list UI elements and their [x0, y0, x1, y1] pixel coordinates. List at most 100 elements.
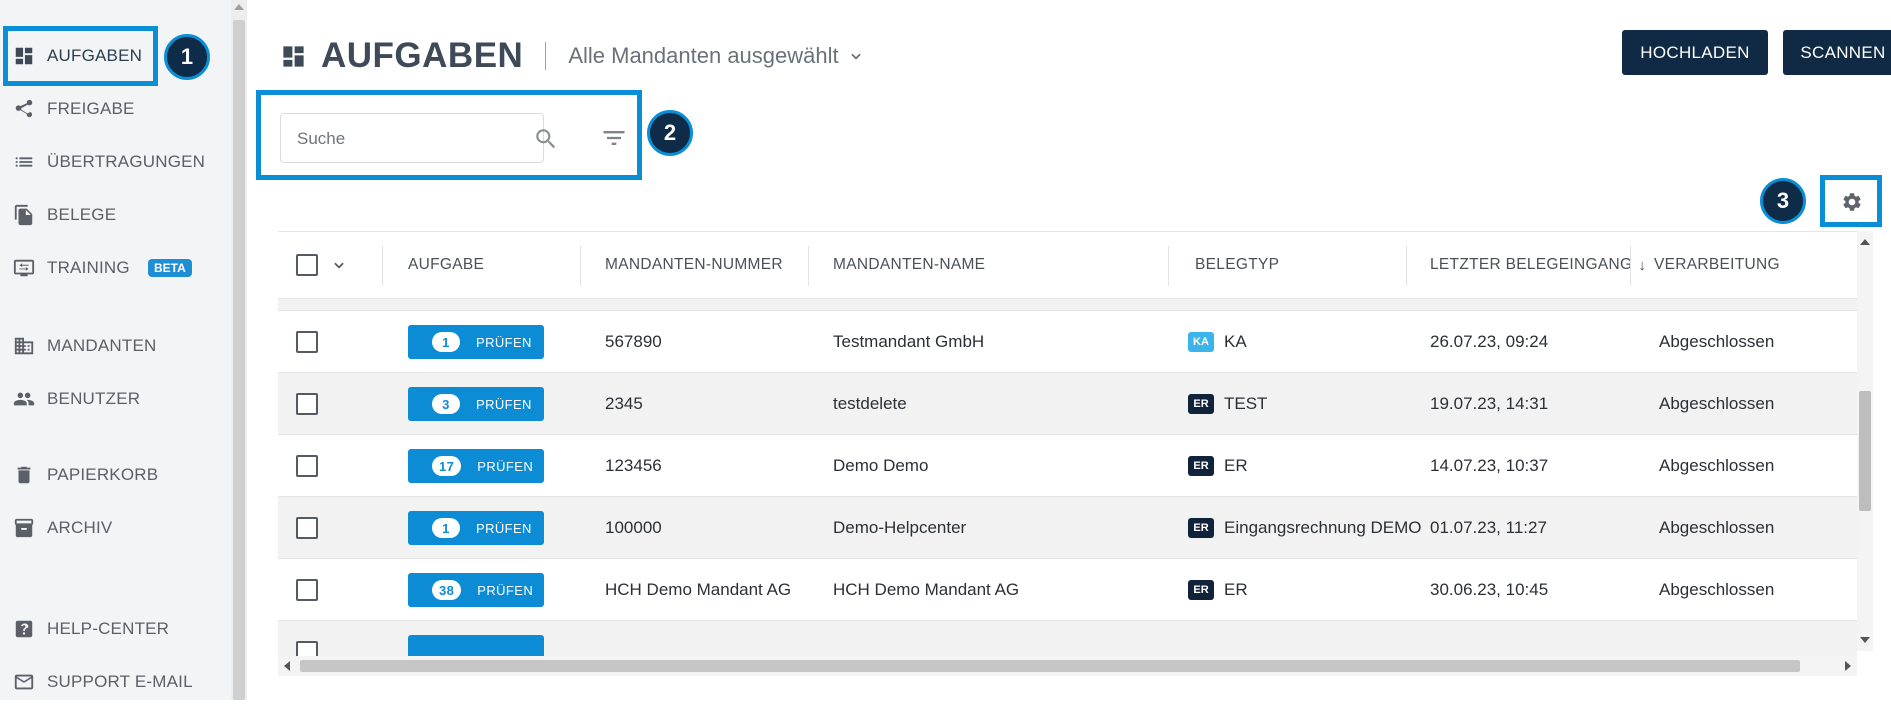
belegtyp-cell: ER ER: [1188, 559, 1248, 621]
belegtyp-cell: ER Eingangsrechnung DEMO: [1188, 497, 1422, 559]
row-checkbox[interactable]: [296, 579, 318, 601]
dashboard-icon: [12, 44, 36, 68]
task-count-badge: 3: [432, 394, 460, 414]
chevron-down-icon: [850, 53, 861, 60]
eingang-cell: 30.06.23, 10:45: [1430, 580, 1549, 599]
column-header-mandanten-name[interactable]: MANDANTEN-NAME: [833, 232, 985, 298]
column-header-aufgabe[interactable]: AUFGABE: [408, 232, 484, 298]
belegtyp-tag: ER: [1188, 394, 1214, 414]
sidebar-item-belege[interactable]: BELEGE: [0, 193, 231, 237]
sidebar-item-papierkorb[interactable]: PAPIERKORB: [0, 453, 231, 497]
pruefen-button[interactable]: 1 PRÜFEN: [408, 511, 544, 545]
task-count-badge: 1: [432, 332, 460, 352]
scroll-down-arrow-icon[interactable]: [1860, 637, 1870, 643]
mandanten-name-cell: testdelete: [833, 394, 907, 413]
table-row[interactable]: 1 PRÜFEN 100000 Demo-Helpcenter ER Einga…: [278, 497, 1857, 559]
task-count-badge: 17: [432, 456, 462, 476]
sidebar-item-label: PAPIERKORB: [47, 465, 159, 484]
page-title: AUFGABEN: [321, 36, 524, 75]
sidebar-item-uebertragungen[interactable]: ÜBERTRAGUNGEN: [0, 140, 231, 184]
search-field[interactable]: [280, 113, 556, 163]
sidebar-item-benutzer[interactable]: BENUTZER: [0, 377, 231, 421]
table-row[interactable]: 1 PRÜFEN 567890 Testmandant GmbH KA KA 2…: [278, 311, 1857, 373]
vertical-scroll-thumb[interactable]: [1859, 391, 1871, 511]
sidebar-item-label: AUFGABEN: [47, 46, 143, 65]
filter-icon[interactable]: [600, 124, 628, 152]
gear-icon[interactable]: [1841, 191, 1863, 213]
belegtyp-label: ER: [1224, 580, 1248, 599]
scroll-right-arrow-icon[interactable]: [1845, 661, 1851, 671]
column-divider: [580, 246, 581, 286]
pruefen-label: PRÜFEN: [477, 582, 534, 598]
search-icon[interactable]: [533, 126, 559, 152]
sidebar-item-label: TRAINING: [47, 258, 130, 277]
sidebar-item-label: FREIGABE: [47, 99, 135, 118]
verarbeitung-cell: Abgeschlossen: [1659, 332, 1775, 351]
sidebar-item-label: BENUTZER: [47, 389, 141, 408]
mandant-filter-dropdown[interactable]: Alle Mandanten ausgewählt: [568, 43, 862, 69]
sidebar-item-training[interactable]: TRAINING BETA: [0, 246, 231, 290]
row-checkbox[interactable]: [296, 517, 318, 539]
sidebar-item-label: HELP-CENTER: [47, 619, 170, 638]
belegtyp-label: TEST: [1224, 394, 1268, 413]
table-row[interactable]: 3 PRÜFEN 2345 testdelete ER TEST 19.07.2…: [278, 373, 1857, 435]
callout-badge-1: 1: [164, 34, 210, 80]
mandanten-nummer-cell: 100000: [605, 518, 662, 537]
dashboard-icon: [283, 45, 304, 67]
sidebar-item-support-email[interactable]: SUPPORT E-MAIL: [0, 660, 231, 704]
column-divider: [382, 246, 383, 286]
search-input[interactable]: [297, 126, 497, 152]
scroll-left-arrow-icon[interactable]: [284, 661, 290, 671]
callout-badge-2: 2: [647, 110, 693, 156]
row-checkbox[interactable]: [296, 455, 318, 477]
scan-button[interactable]: SCANNEN: [1783, 30, 1891, 75]
pruefen-button[interactable]: 3 PRÜFEN: [408, 387, 544, 421]
sidebar-item-archiv[interactable]: ARCHIV: [0, 506, 231, 550]
pruefen-button[interactable]: 17 PRÜFEN: [408, 449, 544, 483]
belegtyp-label: KA: [1224, 332, 1247, 351]
sidebar-item-mandanten[interactable]: MANDANTEN: [0, 324, 231, 368]
table-vertical-scrollbar[interactable]: [1857, 231, 1873, 651]
row-checkbox[interactable]: [296, 393, 318, 415]
table-horizontal-scrollbar[interactable]: [278, 656, 1857, 676]
sidebar-item-help-center[interactable]: HELP-CENTER: [0, 607, 231, 651]
column-header-belegtyp[interactable]: BELEGTYP: [1195, 232, 1279, 298]
pruefen-button[interactable]: 1 PRÜFEN: [408, 325, 544, 359]
sidebar-item-freigabe[interactable]: FREIGABE: [0, 87, 231, 131]
verarbeitung-cell: Abgeschlossen: [1659, 518, 1775, 537]
table-row[interactable]: 38 PRÜFEN HCH Demo Mandant AG HCH Demo M…: [278, 559, 1857, 621]
scroll-up-arrow-icon[interactable]: [234, 4, 244, 10]
select-all-checkbox[interactable]: [296, 254, 318, 276]
users-icon: [12, 387, 36, 411]
training-icon: [12, 256, 36, 280]
table-row[interactable]: 17 PRÜFEN 123456 Demo Demo ER ER 14.07.2…: [278, 435, 1857, 497]
mandanten-name-cell: Demo-Helpcenter: [833, 518, 967, 537]
page-header: AUFGABEN Alle Mandanten ausgewählt: [280, 36, 863, 76]
column-header-label: LETZTER BELEGEINGANG: [1430, 256, 1633, 273]
column-header-verarbeitung[interactable]: VERARBEITUNG: [1654, 232, 1780, 298]
column-header-letzter-belegeingang[interactable]: LETZTER BELEGEINGANG ↓: [1430, 232, 1646, 298]
upload-button[interactable]: HOCHLADEN: [1622, 30, 1768, 75]
mail-icon: [12, 670, 36, 694]
belegtyp-cell: ER TEST: [1188, 373, 1267, 435]
sidebar-scroll-thumb[interactable]: [233, 20, 245, 700]
sidebar-scrollbar[interactable]: [231, 0, 247, 700]
column-header-mandanten-nummer[interactable]: MANDANTEN-NUMMER: [605, 232, 783, 298]
scroll-up-arrow-icon[interactable]: [1860, 239, 1870, 245]
archive-icon: [12, 516, 36, 540]
belegtyp-tag: ER: [1188, 456, 1214, 476]
pruefen-button[interactable]: 38 PRÜFEN: [408, 573, 544, 607]
select-all-cell: [296, 232, 346, 298]
task-count-badge: 38: [432, 580, 462, 600]
pruefen-label: PRÜFEN: [477, 458, 534, 474]
documents-icon: [12, 203, 36, 227]
sidebar-item-label: ÜBERTRAGUNGEN: [47, 152, 206, 171]
chevron-down-icon[interactable]: [332, 258, 346, 272]
task-count-badge: 1: [432, 518, 460, 538]
mandant-filter-label: Alle Mandanten ausgewählt: [568, 43, 839, 68]
sidebar-item-label: MANDANTEN: [47, 336, 157, 355]
row-checkbox[interactable]: [296, 331, 318, 353]
horizontal-scroll-thumb[interactable]: [300, 660, 1800, 672]
eingang-cell: 19.07.23, 14:31: [1430, 394, 1549, 413]
belegtyp-tag: ER: [1188, 580, 1214, 600]
